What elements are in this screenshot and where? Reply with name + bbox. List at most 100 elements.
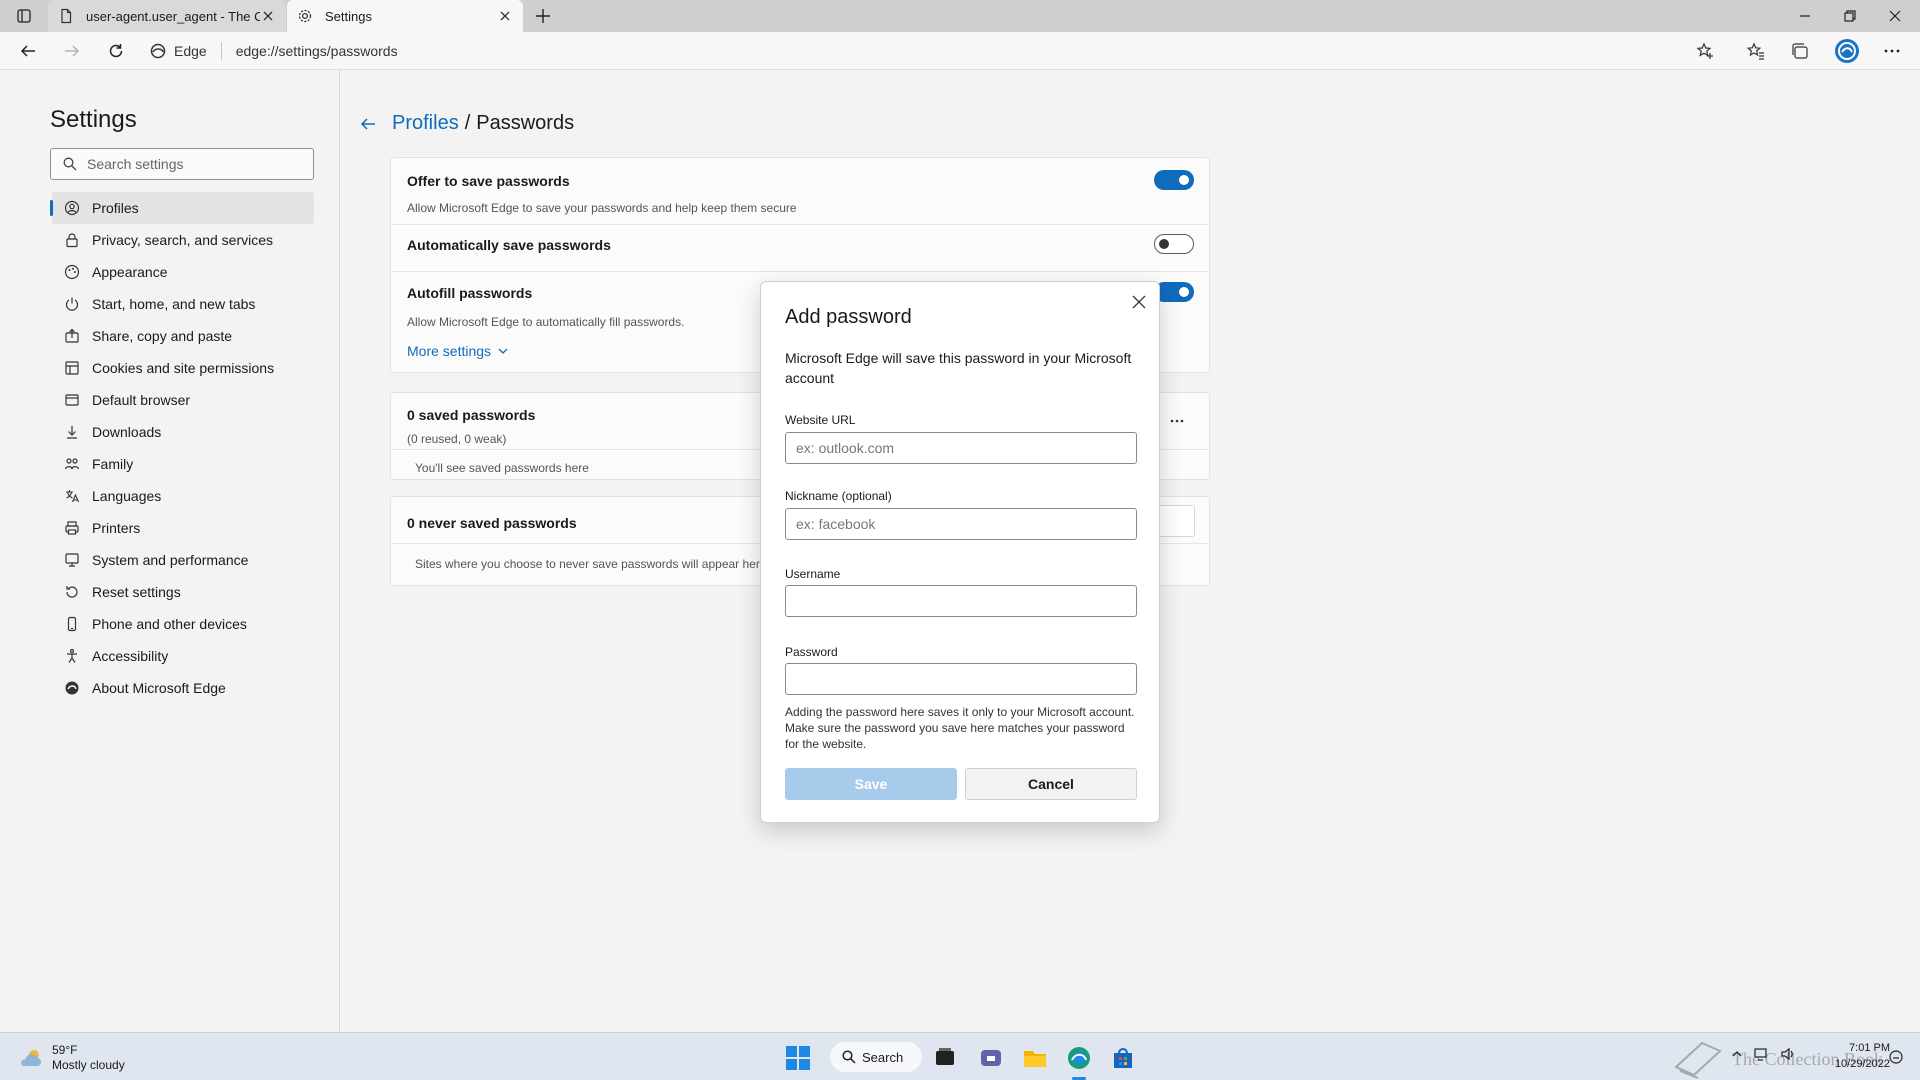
sidebar-item-label: Privacy, search, and services xyxy=(92,232,274,248)
printer-icon xyxy=(64,520,80,536)
more-options-icon[interactable] xyxy=(1169,413,1185,429)
back-icon[interactable] xyxy=(18,41,38,61)
sidebar-item-appearance[interactable]: Appearance xyxy=(52,256,314,288)
windows-start-icon[interactable] xyxy=(785,1045,811,1071)
store-icon[interactable] xyxy=(1110,1045,1136,1071)
network-icon[interactable] xyxy=(1754,1047,1770,1061)
collections-icon[interactable] xyxy=(1790,41,1810,61)
settings-search[interactable] xyxy=(50,148,314,180)
saved-passwords-stats: (0 reused, 0 weak) xyxy=(407,432,507,446)
breadcrumb-profiles-link[interactable]: Profiles xyxy=(392,112,459,135)
offer-save-description: Allow Microsoft Edge to save your passwo… xyxy=(407,201,797,215)
sidebar-item-about[interactable]: About Microsoft Edge xyxy=(52,672,314,704)
forward-icon[interactable] xyxy=(62,41,82,61)
taskbar-search[interactable]: Search xyxy=(830,1042,922,1072)
saved-passwords-empty: You'll see saved passwords here xyxy=(415,461,589,475)
chevron-up-icon[interactable] xyxy=(1730,1047,1744,1061)
gear-icon xyxy=(297,8,313,24)
file-explorer-icon[interactable] xyxy=(1022,1045,1048,1071)
close-window-icon[interactable] xyxy=(1887,8,1903,24)
close-tab-icon[interactable] xyxy=(497,8,513,24)
sidebar-item-share[interactable]: Share, copy and paste xyxy=(52,320,314,352)
site-chip[interactable]: Edge xyxy=(150,42,222,60)
minimize-icon[interactable] xyxy=(1797,8,1813,24)
save-button[interactable]: Save xyxy=(785,768,957,800)
username-label: Username xyxy=(785,567,841,581)
profile-icon xyxy=(64,200,80,216)
sidebar-item-label: Share, copy and paste xyxy=(92,328,233,344)
sidebar-item-system[interactable]: System and performance xyxy=(52,544,314,576)
refresh-icon[interactable] xyxy=(106,41,126,61)
auto-save-toggle[interactable] xyxy=(1154,234,1194,254)
close-icon[interactable] xyxy=(1131,294,1147,310)
sidebar-item-label: System and performance xyxy=(92,552,249,568)
weather-condition: Mostly cloudy xyxy=(52,1058,125,1072)
sidebar-item-family[interactable]: Family xyxy=(52,448,314,480)
never-saved-empty: Sites where you choose to never save pas… xyxy=(415,557,767,571)
sidebar-item-start-home[interactable]: Start, home, and new tabs xyxy=(52,288,314,320)
autofill-toggle[interactable] xyxy=(1154,282,1194,302)
volume-icon[interactable] xyxy=(1780,1047,1796,1061)
dialog-title: Add password xyxy=(785,306,912,328)
sidebar-item-label: Languages xyxy=(92,488,162,504)
back-arrow-icon[interactable] xyxy=(358,114,378,134)
more-settings-link[interactable]: More settings xyxy=(407,343,509,359)
more-menu-icon[interactable] xyxy=(1882,41,1902,61)
task-view-icon[interactable] xyxy=(932,1045,958,1071)
cancel-button[interactable]: Cancel xyxy=(965,768,1137,800)
accessibility-icon xyxy=(64,648,80,664)
search-input[interactable] xyxy=(87,156,307,172)
phone-icon xyxy=(64,616,80,632)
sidebar-item-label: Cookies and site permissions xyxy=(92,360,275,376)
nickname-label: Nickname (optional) xyxy=(785,489,892,503)
sidebar-item-profiles[interactable]: Profiles xyxy=(50,192,314,224)
new-tab-icon[interactable] xyxy=(533,6,553,26)
sidebar-item-printers[interactable]: Printers xyxy=(52,512,314,544)
clock[interactable]: 7:01 PM 10/29/2022 xyxy=(1835,1040,1890,1072)
sidebar-item-privacy[interactable]: Privacy, search, and services xyxy=(52,224,314,256)
taskbar-search-label: Search xyxy=(862,1049,904,1065)
download-icon xyxy=(64,424,80,440)
search-icon xyxy=(842,1050,856,1064)
profile-avatar-icon[interactable] xyxy=(1834,38,1860,64)
lock-icon xyxy=(64,232,80,248)
edge-browser-icon[interactable] xyxy=(1066,1045,1092,1071)
password-input[interactable] xyxy=(785,663,1137,695)
sidebar-item-downloads[interactable]: Downloads xyxy=(52,416,314,448)
url-text[interactable]: edge://settings/passwords xyxy=(222,43,398,59)
add-favorite-icon[interactable] xyxy=(1695,41,1715,61)
appearance-icon xyxy=(64,264,80,280)
sidebar-item-default-browser[interactable]: Default browser xyxy=(52,384,314,416)
cookie-icon xyxy=(64,360,80,376)
sidebar-item-cookies[interactable]: Cookies and site permissions xyxy=(52,352,314,384)
tab-settings[interactable]: Settings xyxy=(287,0,523,32)
username-input[interactable] xyxy=(785,585,1137,617)
address-bar[interactable]: Edge edge://settings/passwords xyxy=(150,36,1710,66)
nickname-input[interactable] xyxy=(785,508,1137,540)
sidebar-item-label: Accessibility xyxy=(92,648,169,664)
tab-user-agent[interactable]: user-agent.user_agent - The Coll xyxy=(48,0,286,32)
favorites-icon[interactable] xyxy=(1746,41,1766,61)
sidebar-item-accessibility[interactable]: Accessibility xyxy=(52,640,314,672)
close-tab-icon[interactable] xyxy=(260,8,276,24)
sidebar-item-label: Family xyxy=(92,456,134,472)
sidebar-item-label: Reset settings xyxy=(92,584,181,600)
notification-icon[interactable] xyxy=(1888,1049,1904,1065)
sidebar-item-reset[interactable]: Reset settings xyxy=(52,576,314,608)
settings-title: Settings xyxy=(50,106,137,133)
offer-save-toggle[interactable] xyxy=(1154,170,1194,190)
restore-icon[interactable] xyxy=(1842,8,1858,24)
divider xyxy=(391,224,1209,225)
teams-chat-icon[interactable] xyxy=(978,1045,1004,1071)
autofill-description: Allow Microsoft Edge to automatically fi… xyxy=(407,315,685,329)
weather-widget[interactable]: 59°F Mostly cloudy xyxy=(18,1043,125,1073)
dialog-note: Adding the password here saves it only t… xyxy=(785,705,1135,751)
sidebar-item-label: Profiles xyxy=(92,200,139,216)
tab-label: user-agent.user_agent - The Coll xyxy=(86,8,260,24)
website-url-input[interactable] xyxy=(785,432,1137,464)
sidebar-item-phone[interactable]: Phone and other devices xyxy=(52,608,314,640)
clock-time: 7:01 PM xyxy=(1849,1042,1890,1054)
tab-actions-icon[interactable] xyxy=(10,6,38,26)
sidebar-item-languages[interactable]: Languages xyxy=(52,480,314,512)
sidebar-item-label: Downloads xyxy=(92,424,162,440)
